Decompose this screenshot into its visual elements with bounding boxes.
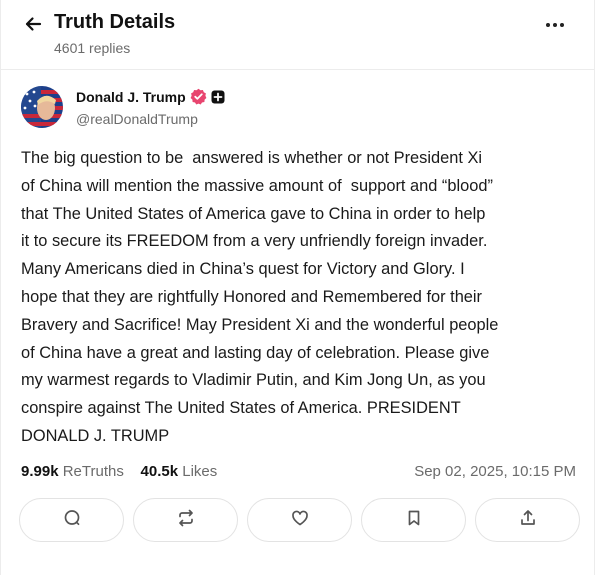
verified-badge-icon bbox=[190, 88, 207, 105]
plus-badge-icon bbox=[211, 90, 225, 104]
retruths-count: 9.99k bbox=[21, 463, 59, 480]
header: Truth Details 4601 replies bbox=[1, 0, 595, 70]
post-line: it to secure its FREEDOM from a very unf… bbox=[21, 232, 488, 251]
header-divider bbox=[1, 69, 595, 70]
more-horizontal-icon[interactable] bbox=[542, 17, 568, 33]
reply-icon bbox=[62, 508, 82, 533]
author-handle[interactable]: @realDonaldTrump bbox=[76, 111, 198, 127]
action-bar bbox=[19, 498, 581, 542]
post-detail-panel: Truth Details 4601 replies Donald J. Tru… bbox=[0, 0, 595, 575]
bookmark-button[interactable] bbox=[361, 498, 466, 542]
likes-label: Likes bbox=[182, 463, 218, 480]
bookmark-icon bbox=[404, 508, 424, 533]
reply-button[interactable] bbox=[19, 498, 124, 542]
post-line: my warmest regards to Vladimir Putin, an… bbox=[21, 371, 486, 390]
post-line: conspire against The United States of Am… bbox=[21, 399, 461, 418]
post-timestamp: Sep 02, 2025, 10:15 PM bbox=[414, 463, 576, 480]
post-line: DONALD J. TRUMP bbox=[21, 426, 170, 445]
post-stats: 9.99k ReTruths 40.5k Likes bbox=[21, 463, 217, 480]
author-name[interactable]: Donald J. Trump bbox=[76, 89, 186, 105]
post-line: The big question to be answered is wheth… bbox=[21, 149, 483, 167]
post-line: hope that they are rightfully Honored an… bbox=[21, 287, 483, 306]
post-line: Many Americans died in China’s quest for… bbox=[21, 260, 465, 279]
retruths-label: ReTruths bbox=[62, 463, 124, 480]
share-icon bbox=[518, 508, 538, 533]
post-line: of China have a great and lasting day of… bbox=[21, 343, 490, 362]
like-icon bbox=[290, 508, 310, 533]
avatar[interactable] bbox=[21, 86, 63, 128]
page-title: Truth Details bbox=[54, 11, 176, 33]
retruth-button[interactable] bbox=[133, 498, 238, 542]
likes-count: 40.5k bbox=[140, 463, 179, 480]
post-line: Bravery and Sacrifice! May President Xi … bbox=[21, 315, 499, 334]
like-button[interactable] bbox=[247, 498, 352, 542]
likes-stat[interactable]: 40.5k Likes bbox=[141, 463, 218, 480]
retruths-stat[interactable]: 9.99k ReTruths bbox=[21, 463, 124, 480]
post-body: The big question to be answered is wheth… bbox=[21, 145, 581, 451]
arrow-left-icon[interactable] bbox=[23, 14, 43, 34]
post-line: of China will mention the massive amount… bbox=[21, 176, 493, 195]
retruth-icon bbox=[176, 508, 196, 533]
post-line: that The United States of America gave t… bbox=[21, 204, 486, 223]
share-button[interactable] bbox=[475, 498, 580, 542]
reply-count: 4601 replies bbox=[54, 40, 131, 56]
